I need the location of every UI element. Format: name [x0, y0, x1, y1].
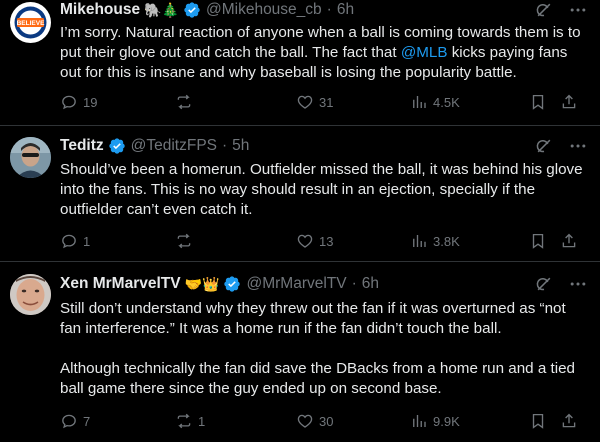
share-icon	[562, 233, 576, 248]
reply-button[interactable]: 7	[60, 412, 90, 430]
grok-icon[interactable]	[534, 136, 554, 156]
repost-button[interactable]: 1	[175, 412, 205, 430]
heart-icon	[297, 95, 313, 109]
timestamp[interactable]: 5h	[232, 136, 249, 156]
verified-badge-icon[interactable]	[183, 1, 201, 19]
separator-dot: ·	[351, 275, 357, 292]
bookmark-button[interactable]	[529, 412, 547, 430]
repost-icon	[177, 413, 191, 429]
reply-icon	[62, 95, 76, 110]
reply-icon	[62, 234, 76, 249]
tweet-header: Xen MrMarvelTV 🤝👑 @MrMarvelTV · 6h	[60, 274, 379, 294]
bookmark-icon	[532, 413, 544, 429]
tweet-header: Teditz @TeditzFPS · 5h	[60, 136, 249, 156]
timestamp[interactable]: 6h	[362, 274, 379, 294]
reply-count: 1	[83, 233, 91, 249]
verified-badge-icon[interactable]	[108, 137, 126, 155]
reply-count: 7	[83, 413, 91, 429]
tweet-top-icons	[534, 274, 588, 294]
reply-count: 19	[83, 94, 98, 110]
repost-count: 1	[198, 413, 206, 429]
tweet-top-icons	[534, 0, 588, 20]
tweet-top-icons	[534, 136, 588, 156]
reply-button[interactable]: 1	[60, 232, 90, 250]
profile-photo-icon	[10, 137, 51, 178]
heart-icon	[297, 414, 313, 428]
tweet-text: Should’ve been a homerun. Outfielder mis…	[60, 161, 583, 218]
tweet-text: Still don’t understand why they threw ou…	[60, 300, 575, 397]
heart-icon	[297, 234, 313, 248]
views-button[interactable]: 4.5K	[410, 93, 460, 111]
display-name[interactable]: Mikehouse	[60, 0, 140, 20]
display-name[interactable]: Teditz	[60, 136, 104, 156]
profile-photo-icon	[10, 274, 51, 315]
name-emojis: 🐘🎄	[144, 2, 179, 18]
tweet-actions: 7 1 30 9.9K	[60, 412, 588, 432]
reply-button[interactable]: 19	[60, 93, 97, 111]
tweet-teditz[interactable]: Teditz @TeditzFPS · 5h Should’ve been a …	[0, 126, 600, 262]
name-emojis: 🤝👑	[184, 276, 220, 292]
like-count: 30	[319, 413, 334, 429]
views-count: 9.9K	[433, 413, 460, 429]
views-count: 4.5K	[433, 94, 460, 110]
oilers-logo-icon: BELIEVE	[11, 3, 50, 42]
share-icon	[562, 413, 576, 428]
avatar[interactable]	[10, 274, 51, 315]
separator-dot: ·	[222, 137, 228, 154]
tweet-mikehouse[interactable]: BELIEVE Mikehouse 🐘🎄 @Mikehouse_cb · 6h …	[0, 0, 600, 126]
like-button[interactable]: 13	[296, 232, 333, 250]
separator-dot: ·	[326, 1, 332, 18]
tweet-actions: 1 13 3.8K	[60, 232, 588, 252]
views-chart-icon	[413, 235, 426, 247]
views-button[interactable]: 9.9K	[410, 412, 460, 430]
reply-icon	[62, 414, 76, 429]
more-options-icon[interactable]	[568, 274, 588, 294]
more-options-icon[interactable]	[568, 0, 588, 20]
verified-badge-icon[interactable]	[223, 275, 241, 293]
bookmark-icon	[532, 233, 544, 249]
user-handle[interactable]: @MrMarvelTV	[246, 274, 346, 294]
views-chart-icon	[413, 96, 426, 108]
share-button[interactable]	[560, 412, 578, 430]
views-count: 3.8K	[433, 233, 460, 249]
repost-icon	[177, 233, 191, 249]
repost-button[interactable]	[175, 93, 198, 111]
share-button[interactable]	[560, 93, 578, 111]
repost-icon	[177, 94, 191, 110]
tweet-header: Mikehouse 🐘🎄 @Mikehouse_cb · 6h	[60, 0, 354, 20]
tweet-xen-mrmarveltv[interactable]: Xen MrMarvelTV 🤝👑 @MrMarvelTV · 6h Still…	[0, 262, 600, 442]
repost-button[interactable]	[175, 232, 198, 250]
timestamp[interactable]: 6h	[337, 0, 354, 20]
grok-icon[interactable]	[534, 0, 554, 20]
more-options-icon[interactable]	[568, 136, 588, 156]
reply-feed: BELIEVE Mikehouse 🐘🎄 @Mikehouse_cb · 6h …	[0, 0, 600, 442]
views-chart-icon	[413, 415, 426, 427]
like-count: 31	[319, 94, 334, 110]
like-count: 13	[319, 233, 334, 249]
display-name[interactable]: Xen MrMarvelTV	[60, 274, 181, 294]
bookmark-icon	[532, 94, 544, 110]
bookmark-button[interactable]	[529, 93, 547, 111]
like-button[interactable]: 30	[296, 412, 333, 430]
mention-link[interactable]: @MLB	[401, 44, 448, 61]
share-button[interactable]	[560, 232, 578, 250]
avatar[interactable]: BELIEVE	[10, 2, 51, 43]
views-button[interactable]: 3.8K	[410, 232, 460, 250]
bookmark-button[interactable]	[529, 232, 547, 250]
avatar-label: BELIEVE	[17, 20, 45, 27]
grok-icon[interactable]	[534, 274, 554, 294]
avatar[interactable]	[10, 137, 51, 178]
user-handle[interactable]: @Mikehouse_cb	[206, 0, 322, 20]
tweet-actions: 19 31 4.5K	[60, 93, 588, 113]
tweet-text: I’m sorry. Natural reaction of anyone wh…	[60, 23, 588, 83]
user-handle[interactable]: @TeditzFPS	[131, 136, 217, 156]
share-icon	[562, 94, 576, 109]
like-button[interactable]: 31	[296, 93, 333, 111]
